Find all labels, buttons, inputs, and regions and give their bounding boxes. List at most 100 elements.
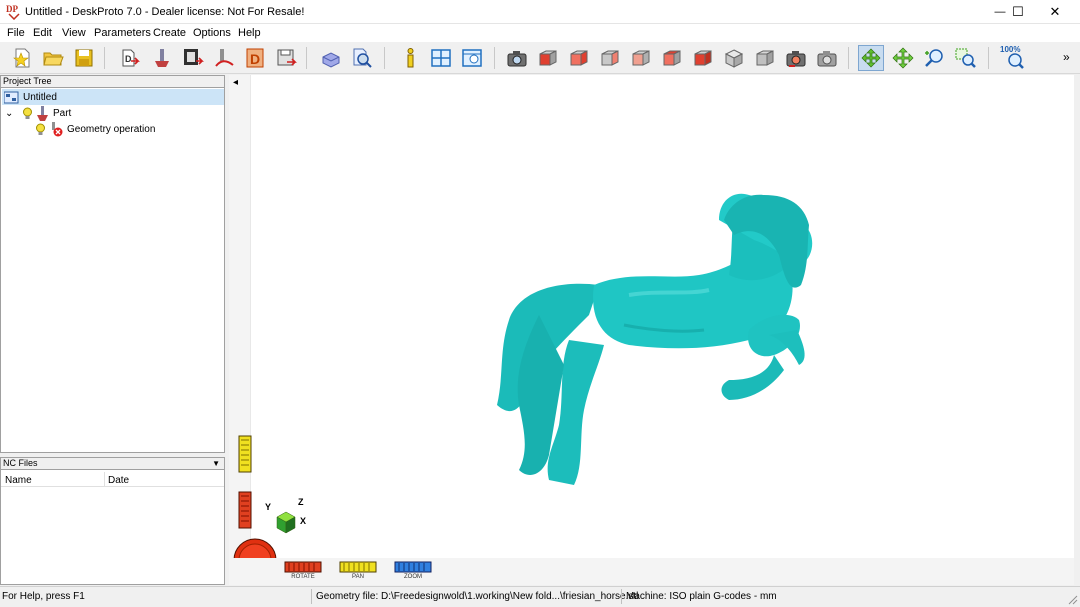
- window-title: Untitled - DeskProto 7.0 - Dealer licens…: [25, 6, 305, 18]
- part-tool-icon: [155, 49, 169, 67]
- view-back-button[interactable]: [597, 45, 623, 71]
- open-folder-icon: [43, 52, 64, 66]
- rotate-mode-button[interactable]: [858, 45, 884, 71]
- rotate-slider-icon[interactable]: [238, 491, 252, 529]
- axis-y-label: Y: [265, 502, 272, 512]
- cube-bottom-icon: [694, 50, 712, 66]
- preview-magnifier-icon: [353, 48, 372, 68]
- status-machine: Machine: ISO plain G-codes - mm: [626, 591, 777, 602]
- project-tree: Untitled ⌄ Part Geometry operation: [0, 88, 225, 453]
- zoom-window-button[interactable]: [952, 45, 978, 71]
- pan-arrows-icon: [892, 47, 914, 69]
- camera-red-icon: [786, 51, 806, 67]
- camera-view-button[interactable]: [504, 45, 530, 71]
- zoom-window-icon: [955, 48, 976, 68]
- camera-icon: [507, 51, 527, 67]
- view-right-button[interactable]: [566, 45, 592, 71]
- status-bar: For Help, press F1 Geometry file: D:\Fre…: [0, 586, 1080, 607]
- camera-grey-icon: [817, 51, 837, 67]
- nc-d-icon: D: [246, 48, 264, 68]
- horse-model: [497, 193, 813, 485]
- svg-text:DP: DP: [6, 4, 18, 14]
- project-tree-header: Project Tree: [0, 75, 225, 88]
- zoom-mode-button[interactable]: [921, 45, 947, 71]
- info-button[interactable]: [397, 45, 423, 71]
- menu-edit[interactable]: Edit: [33, 27, 52, 39]
- status-geometry-file: Geometry file: D:\Freedesignwold\1.worki…: [316, 591, 639, 602]
- view-settings-button[interactable]: [459, 45, 485, 71]
- zoom-fit-button[interactable]: 100%: [999, 45, 1027, 71]
- view-left-button[interactable]: [628, 45, 654, 71]
- tree-item-untitled[interactable]: Untitled: [2, 89, 224, 105]
- 3d-viewport[interactable]: Y Z X: [229, 75, 1074, 558]
- part-properties-button[interactable]: [180, 45, 206, 71]
- column-name[interactable]: Name: [5, 475, 32, 486]
- operation-parameters-button[interactable]: [211, 45, 237, 71]
- cube-top-icon: [663, 50, 681, 66]
- simulation-block-icon: [322, 52, 340, 68]
- snapshot-button[interactable]: [783, 45, 809, 71]
- preview-button[interactable]: [349, 45, 375, 71]
- snapshot-settings-button[interactable]: [814, 45, 840, 71]
- title-bar: DP Untitled - DeskProto 7.0 - Dealer lic…: [0, 0, 1080, 24]
- menu-view[interactable]: View: [62, 27, 86, 39]
- toolbar: D D 100% »: [0, 42, 1080, 74]
- new-file-button[interactable]: [9, 45, 35, 71]
- svg-text:D: D: [125, 54, 132, 64]
- view-top-button[interactable]: [659, 45, 685, 71]
- zoom-percent-label: 100%: [1000, 45, 1021, 54]
- menu-help[interactable]: Help: [238, 27, 261, 39]
- toolbar-overflow-chevron[interactable]: »: [1063, 50, 1070, 64]
- pan-mode-button[interactable]: [890, 45, 916, 71]
- save-disk-icon: [75, 49, 93, 67]
- zoom-magnifier-icon: [925, 49, 943, 67]
- view-iso2-button[interactable]: [752, 45, 778, 71]
- tree-item-part[interactable]: ⌄ Part: [5, 105, 71, 121]
- rotate-wheel-icon[interactable]: [284, 561, 322, 573]
- tree-item-geometry-operation[interactable]: Geometry operation: [35, 121, 155, 137]
- menu-create[interactable]: Create: [153, 27, 186, 39]
- menu-options[interactable]: Options: [193, 27, 231, 39]
- horse-mesh: [497, 193, 813, 485]
- zoom-wheel-icon[interactable]: [394, 561, 432, 573]
- dropdown-arrow-icon[interactable]: ▼: [212, 458, 220, 469]
- pan-slider-icon[interactable]: [238, 435, 252, 473]
- operation-error-icon: [52, 121, 63, 136]
- cube-grey-icon: [756, 50, 774, 66]
- viewport-bottom-strip: ROTATE PAN ZOOM: [229, 558, 1074, 585]
- close-button[interactable]: ✕: [1037, 0, 1073, 24]
- lightbulb-icon[interactable]: [35, 123, 46, 136]
- cube-iso-icon: [724, 49, 744, 68]
- column-date[interactable]: Date: [108, 475, 129, 486]
- open-file-button[interactable]: [40, 45, 66, 71]
- status-help: For Help, press F1: [2, 591, 85, 602]
- left-panel: Project Tree Untitled ⌄ Part Geometry op…: [0, 75, 226, 585]
- save-file-button[interactable]: [71, 45, 97, 71]
- simulation-button[interactable]: [318, 45, 344, 71]
- create-nc-button[interactable]: D: [242, 45, 268, 71]
- info-icon: [407, 48, 414, 68]
- deskproto-logo-icon: DP: [6, 4, 20, 20]
- view-window-icon: [462, 49, 482, 67]
- svg-text:D: D: [250, 51, 260, 67]
- pan-wheel-icon[interactable]: [339, 561, 377, 573]
- collapse-arrow-icon[interactable]: ◂: [233, 77, 238, 88]
- resize-grip-icon[interactable]: [1066, 593, 1078, 605]
- view-front-button[interactable]: [535, 45, 561, 71]
- rotate-label: ROTATE: [291, 574, 315, 580]
- expander-chevron-icon[interactable]: ⌄: [5, 108, 19, 119]
- maximize-button[interactable]: ☐: [1000, 0, 1036, 24]
- nc-files-header[interactable]: NC Files ▼: [0, 457, 225, 470]
- part-parameters-button[interactable]: [149, 45, 175, 71]
- load-geometry-button[interactable]: D: [117, 45, 143, 71]
- lightbulb-icon[interactable]: [22, 107, 33, 120]
- view-bottom-button[interactable]: [690, 45, 716, 71]
- window-layout-button[interactable]: [428, 45, 454, 71]
- menu-file[interactable]: File: [7, 27, 25, 39]
- menu-parameters[interactable]: Parameters: [94, 27, 151, 39]
- export-nc-button[interactable]: [273, 45, 299, 71]
- project-icon: [4, 91, 19, 103]
- zoom-label: ZOOM: [404, 574, 422, 580]
- view-iso-button[interactable]: [721, 45, 747, 71]
- nc-files-list: Name Date: [0, 470, 225, 585]
